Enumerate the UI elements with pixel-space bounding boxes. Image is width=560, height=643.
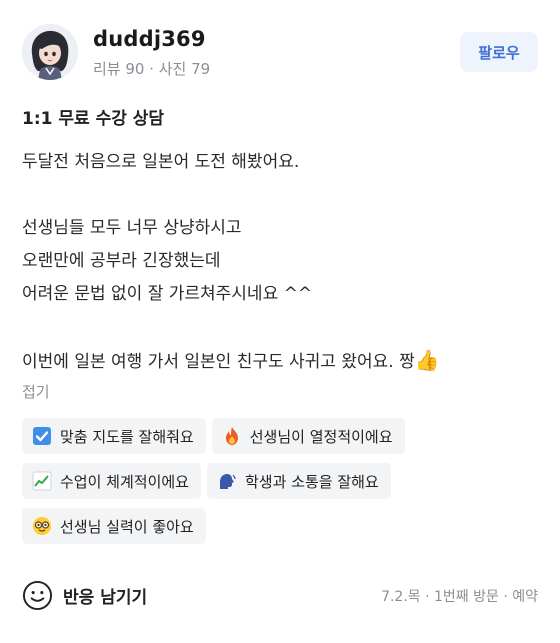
tag-label: 선생님 실력이 좋아요 xyxy=(60,517,194,536)
fold-link[interactable]: 접기 xyxy=(22,381,50,402)
review-line-blank xyxy=(22,179,532,212)
tag-label: 선생님이 열정적이에요 xyxy=(249,427,393,446)
user-name[interactable]: duddj369 xyxy=(93,27,206,51)
tag-label: 맞춤 지도를 잘해줘요 xyxy=(60,427,194,446)
review-header: duddj369 리뷰 90 · 사진 79 팔로우 xyxy=(22,24,538,80)
review-line: 어려운 문법 없이 잘 가르쳐주시네요 ^^ xyxy=(22,284,313,304)
tag-item: 맞춤 지도를 잘해줘요 xyxy=(22,418,206,454)
review-body: 두달전 처음으로 일본어 도전 해봤어요. 선생님들 모두 너무 상냥하시고 오… xyxy=(22,146,532,377)
review-line-blank xyxy=(22,311,532,344)
speaking-head-icon xyxy=(217,471,237,491)
user-stats: 리뷰 90 · 사진 79 xyxy=(93,60,211,78)
review-line-last: 이번에 일본 여행 가서 일본인 친구도 사귀고 왔어요. 짱👍 xyxy=(22,344,532,377)
tag-item: 선생님 실력이 좋아요 xyxy=(22,508,206,544)
review-line: 두달전 처음으로 일본어 도전 해봤어요. xyxy=(22,152,300,172)
fire-icon xyxy=(222,426,242,446)
keyword-tags: 맞춤 지도를 잘해줘요 선생님이 열정적이에요 수업이 체계적이에요 학생과 소… xyxy=(22,418,542,553)
tag-item: 선생님이 열정적이에요 xyxy=(211,418,405,454)
review-footer: 반응 남기기 7.2.목 · 1번째 방문 · 예약 xyxy=(22,578,538,612)
follow-button[interactable]: 팔로우 xyxy=(460,32,538,72)
avatar[interactable] xyxy=(22,24,78,80)
tag-item: 수업이 체계적이에요 xyxy=(22,463,201,499)
review-line: 오랜만에 공부라 긴장했는데 xyxy=(22,251,221,271)
react-button-label: 반응 남기기 xyxy=(63,587,148,608)
avatar-image xyxy=(22,24,78,80)
visit-info: 7.2.목 · 1번째 방문 · 예약 xyxy=(381,589,538,605)
smile-icon xyxy=(22,580,53,610)
review-line: 선생님들 모두 너무 상냥하시고 xyxy=(22,218,242,238)
thumbs-up-icon: 👍 xyxy=(414,348,440,372)
tag-label: 학생과 소통을 잘해요 xyxy=(244,472,379,491)
nerd-face-icon xyxy=(32,516,52,536)
check-box-icon xyxy=(32,426,52,446)
tag-label: 수업이 체계적이에요 xyxy=(60,472,189,491)
tag-item: 학생과 소통을 잘해요 xyxy=(206,463,391,499)
react-button[interactable]: 반응 남기기 xyxy=(22,578,147,612)
review-line: 이번에 일본 여행 가서 일본인 친구도 사귀고 왔어요. 짱 xyxy=(22,352,415,372)
review-title: 1:1 무료 수강 상담 xyxy=(22,109,165,129)
chart-up-icon xyxy=(32,471,52,491)
